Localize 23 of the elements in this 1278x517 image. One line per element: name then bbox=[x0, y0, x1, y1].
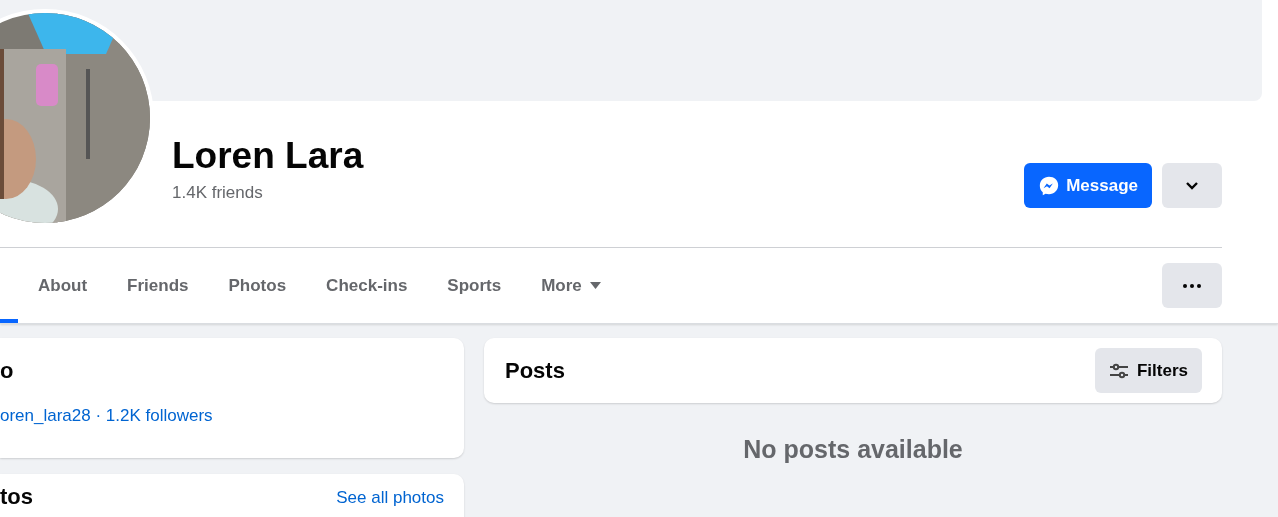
instagram-link[interactable]: oren_lara28 · 1.2K followers bbox=[0, 406, 213, 426]
chevron-down-icon bbox=[1185, 180, 1199, 191]
more-options-button[interactable] bbox=[1162, 263, 1222, 308]
profile-name: Loren Lara bbox=[172, 134, 365, 178]
messenger-icon bbox=[1038, 174, 1061, 197]
filters-button[interactable]: Filters bbox=[1094, 348, 1202, 393]
nav-tab[interactable]: Sports bbox=[427, 248, 522, 323]
nav-tab[interactable]: About bbox=[18, 248, 108, 323]
nav-tab[interactable]: More bbox=[521, 248, 621, 323]
nav-tab[interactable]: Check-ins bbox=[306, 248, 428, 323]
empty-posts-message: No posts available bbox=[743, 435, 963, 464]
more-icon bbox=[1183, 283, 1201, 288]
card-title: tos bbox=[0, 484, 33, 511]
posts-title: Posts bbox=[505, 357, 565, 384]
friends-count: 1.4K friends bbox=[172, 183, 264, 203]
card-title: o bbox=[0, 358, 15, 384]
nav-tab[interactable]: Friends bbox=[107, 248, 209, 323]
message-button[interactable]: Message bbox=[1024, 163, 1152, 208]
caret-icon bbox=[589, 282, 601, 289]
see-all-photos-link[interactable]: See all photos bbox=[336, 488, 444, 517]
nav-tab[interactable]: Photos bbox=[208, 248, 307, 323]
sliders-icon bbox=[1108, 362, 1129, 379]
dropdown-button[interactable] bbox=[1162, 163, 1222, 208]
